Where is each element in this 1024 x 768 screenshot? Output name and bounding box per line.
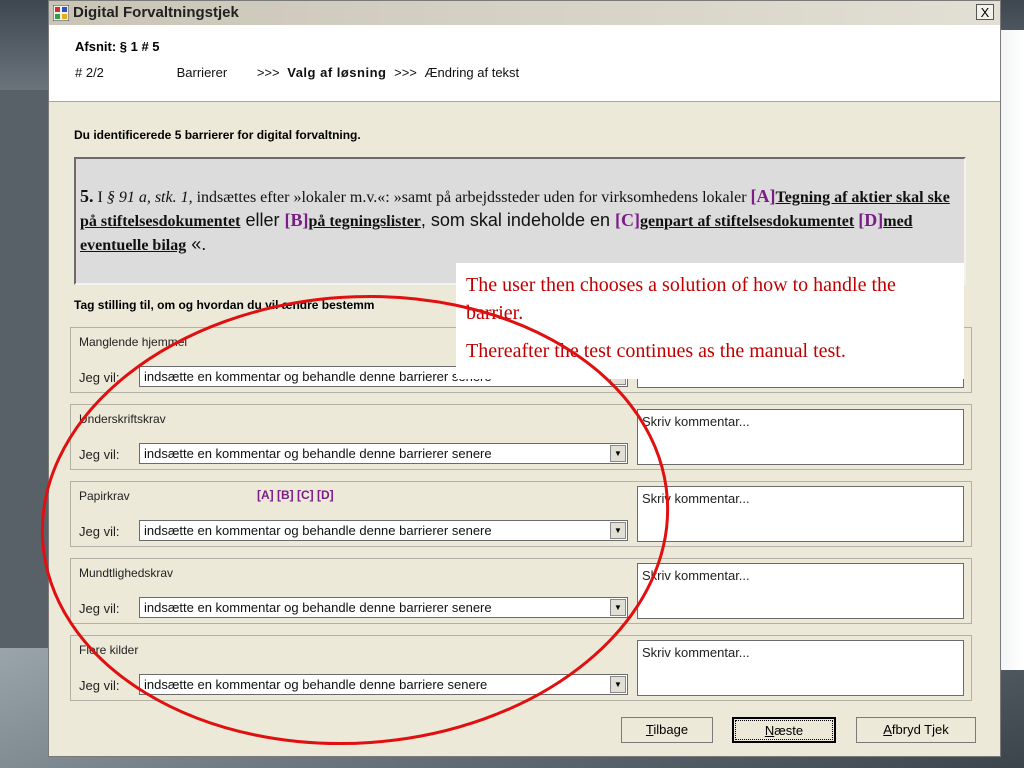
barrier-b: på tegningslister bbox=[308, 213, 421, 230]
tag-c: [C] bbox=[615, 210, 641, 230]
comment-text: Skriv kommentar... bbox=[642, 414, 750, 429]
tag-d: [D] bbox=[858, 210, 884, 230]
barrier-name: Underskriftskrav bbox=[79, 412, 166, 426]
dropdown-arrow-icon[interactable]: ▼ bbox=[610, 676, 626, 693]
dropdown-arrow-icon[interactable]: ▼ bbox=[610, 599, 626, 616]
comment-field[interactable]: Skriv kommentar... bbox=[637, 640, 964, 696]
law-text: eller bbox=[240, 210, 285, 230]
barrier-name: Papirkrav bbox=[79, 489, 130, 503]
law-text: I bbox=[93, 189, 107, 206]
title-bar: Digital Forvaltningstjek X bbox=[49, 1, 1000, 25]
action-label: Jeg vil: bbox=[79, 447, 120, 462]
cancel-mnemonic: A bbox=[883, 722, 892, 737]
comment-field[interactable]: Skriv kommentar... bbox=[637, 409, 964, 465]
step-next: Ændring af tekst bbox=[424, 65, 520, 80]
close-button[interactable]: X bbox=[976, 4, 994, 20]
law-number: 5. bbox=[80, 186, 94, 206]
barrier-name: Manglende hjemmel bbox=[79, 335, 188, 349]
page-count: # 2/2 bbox=[75, 65, 104, 80]
wizard-header: Afsnit: § 1 # 5 # 2/2 Barrierer >>> Valg… bbox=[49, 25, 1000, 102]
tag-a: [A] bbox=[750, 186, 776, 206]
action-select-value: indsætte en kommentar og behandle denne … bbox=[144, 446, 492, 461]
back-label: ilbage bbox=[653, 722, 689, 737]
barrier-name: Mundtlighedskrav bbox=[79, 566, 174, 580]
section-label: Afsnit: § 1 # 5 bbox=[75, 39, 160, 54]
breadcrumb: # 2/2 Barrierer >>> Valg af løsning >>> … bbox=[75, 65, 519, 80]
barrier-group: Underskriftskrav Jeg vil: indsætte en ko… bbox=[70, 404, 972, 470]
next-label: æste bbox=[774, 723, 804, 738]
next-mnemonic: N bbox=[764, 723, 775, 738]
barrier-group: Flere kilder Jeg vil: indsætte en kommen… bbox=[70, 635, 972, 701]
action-select[interactable]: indsætte en kommentar og behandle denne … bbox=[139, 520, 628, 541]
law-text: indsættes efter »lokaler m.v.«: »samt på… bbox=[192, 189, 747, 206]
law-reference: § 91 a, stk. 1, bbox=[106, 189, 193, 206]
cancel-button[interactable]: Afbryd Tjek bbox=[856, 717, 976, 743]
annotation-line: The user then chooses a solution of how … bbox=[466, 274, 896, 324]
app-icon bbox=[53, 5, 69, 21]
barrier-c: genpart af stiftelsesdokumentet bbox=[640, 213, 855, 230]
action-select[interactable]: indsætte en kommentar og behandle denne … bbox=[139, 674, 628, 695]
action-select-value: indsætte en kommentar og behandle denne … bbox=[144, 369, 492, 384]
step-barriers: Barrierer bbox=[176, 65, 228, 80]
barrier-tags: [A] [B] [C] [D] bbox=[257, 488, 334, 502]
action-label: Jeg vil: bbox=[79, 370, 120, 385]
law-text: «. bbox=[186, 234, 207, 254]
action-select-value: indsætte en kommentar og behandle denne … bbox=[144, 523, 492, 538]
comment-field[interactable]: Skriv kommentar... bbox=[637, 486, 964, 542]
cancel-label: fbryd Tjek bbox=[891, 722, 949, 737]
comment-text: Skriv kommentar... bbox=[642, 568, 750, 583]
intro-text: Du identificerede 5 barrierer for digita… bbox=[74, 128, 361, 142]
back-button[interactable]: Tilbage bbox=[621, 717, 713, 743]
annotation-line: Thereafter the test continues as the man… bbox=[466, 340, 846, 362]
dropdown-arrow-icon[interactable]: ▼ bbox=[610, 522, 626, 539]
step-separator: >>> bbox=[394, 65, 417, 80]
action-select[interactable]: indsætte en kommentar og behandle denne … bbox=[139, 597, 628, 618]
decision-prompt: Tag stilling til, om og hvordan du vil æ… bbox=[74, 298, 375, 312]
annotation-callout: The user then chooses a solution of how … bbox=[456, 263, 964, 379]
next-button[interactable]: Næste bbox=[732, 717, 836, 743]
barrier-name: Flere kilder bbox=[79, 643, 139, 657]
comment-text: Skriv kommentar... bbox=[642, 645, 750, 660]
tag-b: [B] bbox=[284, 210, 309, 230]
window-title: Digital Forvaltningstjek bbox=[73, 4, 239, 21]
action-select-value: indsætte en kommentar og behandle denne … bbox=[144, 600, 492, 615]
step-current: Valg af løsning bbox=[287, 65, 387, 80]
comment-text: Skriv kommentar... bbox=[642, 491, 750, 506]
barrier-group: Papirkrav [A] [B] [C] [D] Jeg vil: indsæ… bbox=[70, 481, 972, 547]
dropdown-arrow-icon[interactable]: ▼ bbox=[610, 445, 626, 462]
action-select-value: indsætte en kommentar og behandle denne … bbox=[144, 677, 488, 692]
comment-field[interactable]: Skriv kommentar... bbox=[637, 563, 964, 619]
barrier-group: Mundtlighedskrav Jeg vil: indsætte en ko… bbox=[70, 558, 972, 624]
action-label: Jeg vil: bbox=[79, 601, 120, 616]
action-label: Jeg vil: bbox=[79, 524, 120, 539]
step-separator: >>> bbox=[256, 65, 280, 80]
action-select[interactable]: indsætte en kommentar og behandle denne … bbox=[139, 443, 628, 464]
action-label: Jeg vil: bbox=[79, 678, 120, 693]
law-text: , som skal indeholde en bbox=[420, 210, 616, 230]
